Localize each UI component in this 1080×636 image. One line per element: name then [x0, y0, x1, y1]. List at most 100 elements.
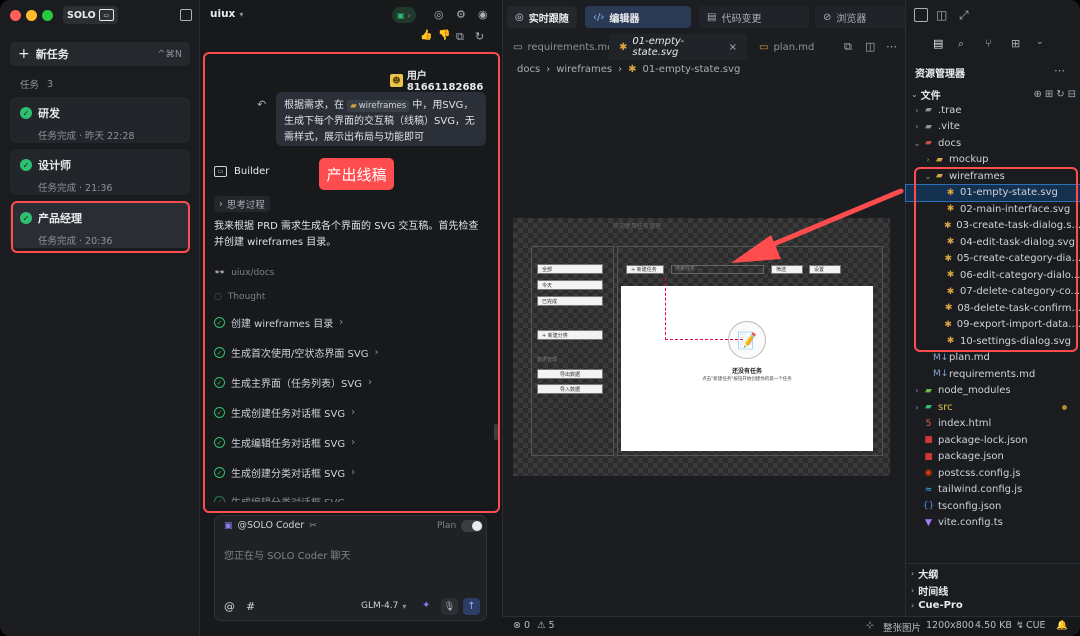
- folder-item[interactable]: › ▰ src: [906, 399, 1080, 415]
- outline-section[interactable]: › 大纲: [911, 566, 938, 581]
- json-file-icon: {}: [922, 501, 935, 511]
- wireframe-empty-desc: 点击"新建任务"按钮开始创建你的第一个任务: [702, 377, 792, 382]
- zoom-window-button[interactable]: [42, 10, 53, 21]
- refresh-icon[interactable]: ↻: [475, 30, 484, 43]
- more-icon[interactable]: ⋯: [886, 40, 897, 53]
- tasks-label: 任务: [20, 80, 40, 91]
- agent-selector[interactable]: ▣ @SOLO Coder ✂: [224, 520, 317, 531]
- wireframe-sidebar: [531, 246, 614, 456]
- files-section-header[interactable]: ⌄ 文件 ⊕⊞↻⊟: [911, 87, 1079, 102]
- workspace-selector[interactable]: uiux ▾: [210, 8, 243, 20]
- source-control-icon[interactable]: ⑂: [985, 37, 992, 50]
- minimize-window-button[interactable]: [26, 10, 37, 21]
- gear-icon[interactable]: ⚙: [456, 8, 466, 21]
- close-icon[interactable]: ×: [729, 42, 737, 53]
- annotation-arrow: [731, 188, 904, 263]
- npm-file-icon: ■: [924, 451, 933, 462]
- task-sidebar: SOLO ▭ + 新任务 ^⌘N 任务 3 ✓ 研发 任务完成 · 昨天 22:2…: [0, 0, 200, 636]
- file-item[interactable]: 5 index.html: [906, 416, 1080, 432]
- bell-icon[interactable]: 🔔: [1056, 620, 1068, 631]
- cue-indicator[interactable]: ↯ CUE: [1016, 620, 1046, 631]
- toggle-sidebar-icon[interactable]: [180, 9, 192, 21]
- open-file-icon[interactable]: ⧉: [844, 40, 852, 54]
- chat-panel: uiux ▾ ▣ › ◎ ⚙ ◉ 👍 👎 ⧉ ↻ ☻ 用户81661182686…: [200, 0, 502, 636]
- markdown-file-icon: ▭: [759, 41, 769, 53]
- account-settings-icon[interactable]: ◉: [478, 8, 488, 21]
- chevron-down-icon[interactable]: ⌄: [1036, 37, 1044, 47]
- breadcrumb-item[interactable]: docs: [517, 64, 540, 75]
- terminal-badge[interactable]: ▣ ›: [392, 7, 416, 23]
- send-button[interactable]: ↑: [463, 598, 480, 615]
- tree-item-label: mockup: [949, 154, 989, 165]
- wireframe-nav-today: 今天: [537, 280, 603, 290]
- chevron-down-icon: ⌄: [911, 90, 918, 99]
- plan-toggle[interactable]: Plan: [437, 520, 484, 532]
- maximize-icon[interactable]: ⤢: [959, 8, 969, 23]
- tasks-count: 3: [47, 78, 54, 90]
- chevron-right-icon: ›: [618, 64, 623, 75]
- thumbs-up-icon[interactable]: 👍: [420, 30, 432, 41]
- file-item[interactable]: ◉ postcss.config.js: [906, 465, 1080, 481]
- sparkle-icon[interactable]: ✦: [422, 600, 430, 611]
- folder-item[interactable]: › ▰ node_modules: [906, 383, 1080, 399]
- collapse-window-icon[interactable]: [914, 8, 928, 22]
- tree-item-label: .vite: [938, 121, 960, 132]
- wireframe-import: 导入数据: [537, 384, 603, 394]
- files-icon[interactable]: ▤: [933, 37, 943, 50]
- extensions-icon[interactable]: ⊞: [1011, 37, 1020, 50]
- markdown-file-icon: M↓: [933, 352, 949, 363]
- chevron-right-icon: ›: [915, 105, 919, 115]
- mention-icon[interactable]: @: [224, 600, 235, 613]
- close-window-button[interactable]: [10, 10, 21, 21]
- breadcrumb-item[interactable]: 01-empty-state.svg: [642, 64, 740, 75]
- thumbs-down-icon[interactable]: 👎: [438, 30, 450, 41]
- file-tab[interactable]: ▭ requirements.md: [503, 34, 614, 60]
- error-count: 0: [523, 620, 531, 631]
- file-item[interactable]: ■ package-lock.json: [906, 432, 1080, 448]
- file-item[interactable]: ▼ vite.config.ts: [906, 515, 1080, 531]
- plan-switch[interactable]: [461, 520, 484, 532]
- view-mode[interactable]: 整张图片: [883, 620, 921, 634]
- folder-item[interactable]: › ▰ .vite: [906, 119, 1080, 135]
- microphone-icon[interactable]: 🎙: [441, 598, 458, 615]
- section-label: 时间线: [918, 587, 949, 598]
- tab-live-follow[interactable]: ◎ 实时跟随: [507, 6, 577, 28]
- folder-item[interactable]: › ▰ mockup: [906, 152, 1080, 168]
- new-task-button[interactable]: + 新任务 ^⌘N: [10, 42, 190, 66]
- tab-browser[interactable]: ⊘ 浏览器: [815, 6, 911, 28]
- chat-bubble-icon[interactable]: ◎: [434, 8, 444, 21]
- breadcrumb-item[interactable]: wireframes: [556, 64, 612, 75]
- chat-input[interactable]: 您正在与 SOLO Coder 聊天: [224, 547, 351, 562]
- folder-item[interactable]: › ▰ .trae: [906, 102, 1080, 118]
- task-item[interactable]: ✓ 设计师 任务完成 · 21:36: [10, 149, 190, 195]
- more-icon[interactable]: ⋯: [1054, 64, 1065, 77]
- modified-dot-icon: [1062, 404, 1067, 410]
- file-item[interactable]: ■ package.json: [906, 449, 1080, 465]
- layout-split-icon[interactable]: ◫: [936, 8, 947, 22]
- cue-icon: ↯: [1016, 620, 1024, 631]
- new-task-label: 新任务: [35, 48, 69, 61]
- split-editor-icon[interactable]: ◫: [865, 40, 875, 53]
- explorer-actions-icon[interactable]: ⊕⊞↻⊟: [1033, 89, 1079, 100]
- folder-icon: ▰: [925, 402, 932, 412]
- timeline-section[interactable]: › 时间线: [911, 583, 948, 598]
- file-item[interactable]: ≈ tailwind.config.js: [906, 482, 1080, 498]
- file-tab[interactable]: ▭ plan.md: [749, 34, 829, 60]
- task-item[interactable]: ✓ 研发 任务完成 · 昨天 22:28: [10, 97, 190, 143]
- file-tab-active[interactable]: ✱ 01-empty-state.svg ×: [609, 34, 747, 60]
- hashtag-icon[interactable]: #: [246, 600, 255, 613]
- search-icon[interactable]: ⌕: [958, 37, 964, 51]
- markdown-file-icon: M↓: [933, 369, 949, 379]
- tab-editor[interactable]: ‹/› 编辑器: [585, 6, 691, 28]
- plus-icon: +: [18, 46, 30, 62]
- file-item[interactable]: M↓ requirements.md: [906, 366, 1080, 382]
- problems-indicator[interactable]: ⊗ 0 ⚠ 5: [513, 620, 555, 631]
- task-title: 研发: [38, 107, 60, 120]
- explorer-panel: ◫ ⤢ ▤ ⌕ ⑂ ⊞ ⌄ 资源管理器 ⋯ ⌄ 文件 ⊕⊞↻⊟ › ▰ .trae ›…: [905, 0, 1080, 616]
- copy-icon[interactable]: ⧉: [456, 30, 464, 44]
- folder-item[interactable]: ⌄ ▰ docs: [906, 135, 1080, 151]
- model-selector[interactable]: GLM-4.7 ▾: [361, 601, 406, 611]
- cue-pro-section[interactable]: › Cue-Pro: [911, 600, 963, 611]
- file-item[interactable]: {} tsconfig.json: [906, 498, 1080, 514]
- tab-code-changes[interactable]: ▤ 代码变更: [699, 6, 809, 28]
